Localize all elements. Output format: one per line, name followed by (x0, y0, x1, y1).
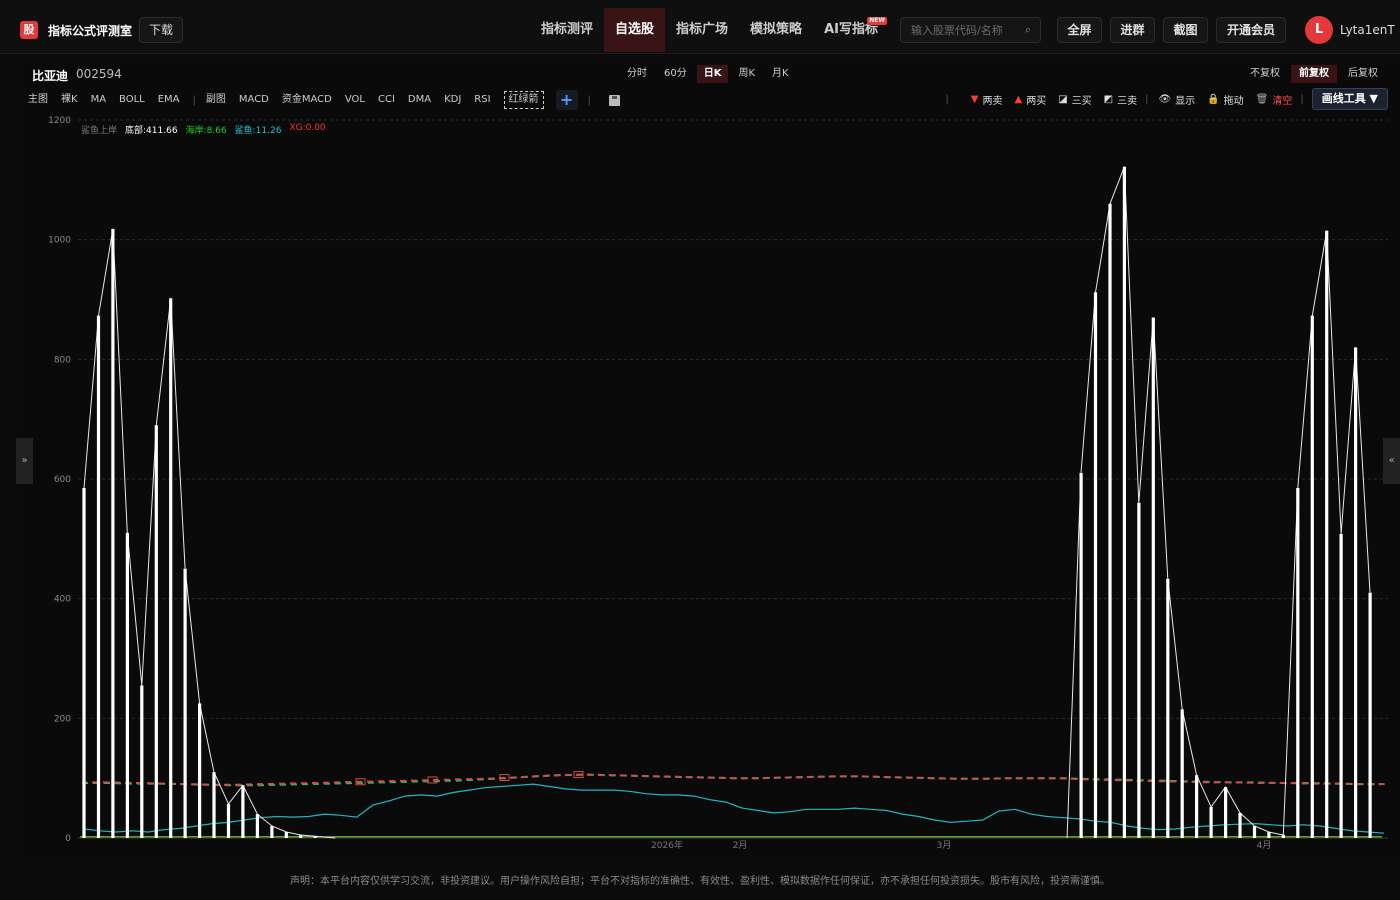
bottom-bar (1093, 292, 1098, 838)
bottom-bar (154, 425, 158, 838)
bottom-bar (284, 832, 288, 838)
bottom-bar (313, 836, 317, 838)
bottom-bar (198, 703, 202, 838)
y-tick-label: 1000 (48, 236, 71, 246)
y-tick-label: 1200 (48, 116, 71, 126)
y-tick-label: 400 (54, 595, 71, 605)
bottom-bar (140, 685, 144, 838)
bottom-bar (1354, 347, 1358, 838)
bottom-bar (1267, 832, 1271, 838)
y-tick-label: 800 (54, 355, 71, 365)
bottom-bar (241, 785, 245, 838)
bottom-bar (1238, 812, 1242, 838)
bottom-bar (1296, 488, 1300, 838)
bottom-bar (1325, 230, 1329, 838)
bottom-bar (1151, 317, 1155, 838)
bottom-bar (270, 826, 274, 838)
bottom-bar (1310, 315, 1314, 838)
disclaimer: 声明：本平台内容仅供学习交流，非投资建议。用户操作风险自担；平台不对指标的准确性… (290, 876, 1110, 887)
x-tick-label: 3月 (937, 840, 952, 851)
bottom-bar (1108, 203, 1112, 839)
bottom-bar (1339, 534, 1343, 838)
x-tick-label: 4月 (1257, 840, 1272, 851)
green-dashed-line (82, 773, 1382, 787)
y-tick-label: 0 (65, 834, 71, 844)
y-tick-label: 200 (54, 714, 71, 724)
bottom-bar (212, 772, 216, 838)
bottom-bar (111, 228, 115, 838)
bottom-bar (1180, 709, 1184, 838)
bottom-bar (1224, 787, 1228, 838)
bottom-bar (1166, 578, 1170, 838)
bottom-bar (1079, 473, 1083, 838)
bottom-bar (1195, 775, 1199, 838)
bottom-bar (96, 315, 101, 838)
bottom-bar (299, 835, 303, 838)
bottom-bar (255, 814, 259, 838)
bottom-bar (1368, 592, 1372, 838)
indicator-chart[interactable]: 0 200 400 600 800 1000 1200 2026年 2月 3月 4月 (0, 0, 1400, 860)
x-tick-label: 2月 (733, 840, 748, 851)
shark-line (83, 783, 1385, 834)
bottom-bar (226, 803, 231, 838)
bottom-bar (1122, 166, 1126, 838)
expand-right-icon[interactable]: « (1383, 438, 1400, 484)
bottom-bar (1252, 826, 1257, 838)
expand-left-icon[interactable]: » (16, 438, 33, 484)
red-dashed-line (86, 773, 1386, 786)
bottom-bar (1209, 806, 1213, 838)
bottom-bar (125, 532, 129, 838)
bottom-bar (82, 488, 86, 838)
bottom-bar (1137, 502, 1141, 838)
bottom-bar (169, 298, 173, 838)
y-tick-label: 600 (54, 475, 71, 485)
x-tick-label: 2026年 (651, 839, 683, 851)
bottom-connect-line-left (83, 228, 336, 839)
bottom-connect-line-right (1066, 166, 1371, 839)
bottom-bar (183, 568, 187, 839)
bottom-bar (1281, 835, 1285, 838)
